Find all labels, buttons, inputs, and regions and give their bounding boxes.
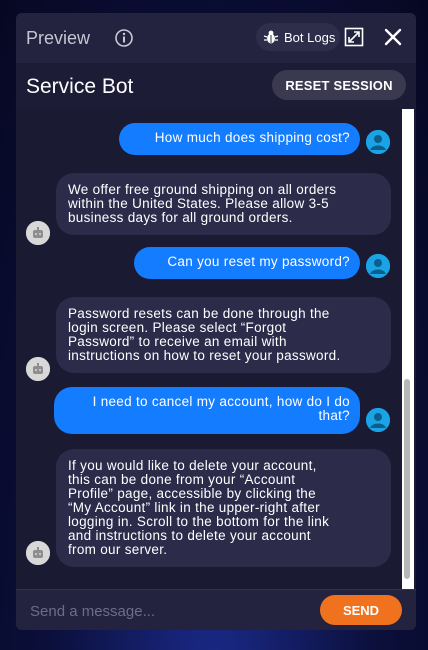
bot-avatar-icon	[26, 221, 50, 245]
send-button[interactable]: SEND	[320, 595, 402, 625]
message-list[interactable]: How much does shipping cost? We offer fr…	[16, 109, 416, 589]
bot-message: We offer free ground shipping on all ord…	[56, 173, 391, 235]
bot-logs-label: Bot Logs	[284, 29, 336, 45]
info-icon[interactable]	[114, 28, 134, 48]
bot-header: Service Bot RESET SESSION	[16, 63, 416, 109]
bot-avatar-icon	[26, 541, 50, 565]
bot-message: If you would like to delete your account…	[56, 449, 391, 567]
message-input[interactable]	[30, 598, 310, 624]
user-message: I need to cancel my account, how do I do…	[54, 387, 360, 434]
bot-logs-button[interactable]: Bot Logs	[256, 23, 340, 51]
message-composer: SEND	[16, 589, 416, 630]
user-avatar-icon	[366, 254, 390, 278]
user-message: Can you reset my password?	[134, 247, 360, 279]
close-icon[interactable]	[383, 27, 403, 47]
user-avatar-icon	[366, 130, 390, 154]
expand-icon[interactable]	[344, 27, 364, 47]
user-avatar-icon	[366, 408, 390, 432]
bot-message: Password resets can be done through the …	[56, 297, 391, 373]
chat-preview-panel: Preview Bot Logs Service Bot RESET SESSI…	[16, 13, 416, 630]
preview-bar: Preview Bot Logs	[16, 13, 416, 63]
bot-avatar-icon	[26, 357, 50, 381]
bot-title: Service Bot	[26, 75, 134, 98]
scrollbar-thumb[interactable]	[404, 379, 410, 579]
preview-title: Preview	[26, 28, 91, 48]
user-message: How much does shipping cost?	[119, 123, 360, 155]
bug-icon	[262, 28, 280, 46]
reset-session-button[interactable]: RESET SESSION	[272, 70, 406, 100]
message-scrollbar[interactable]	[402, 109, 414, 589]
